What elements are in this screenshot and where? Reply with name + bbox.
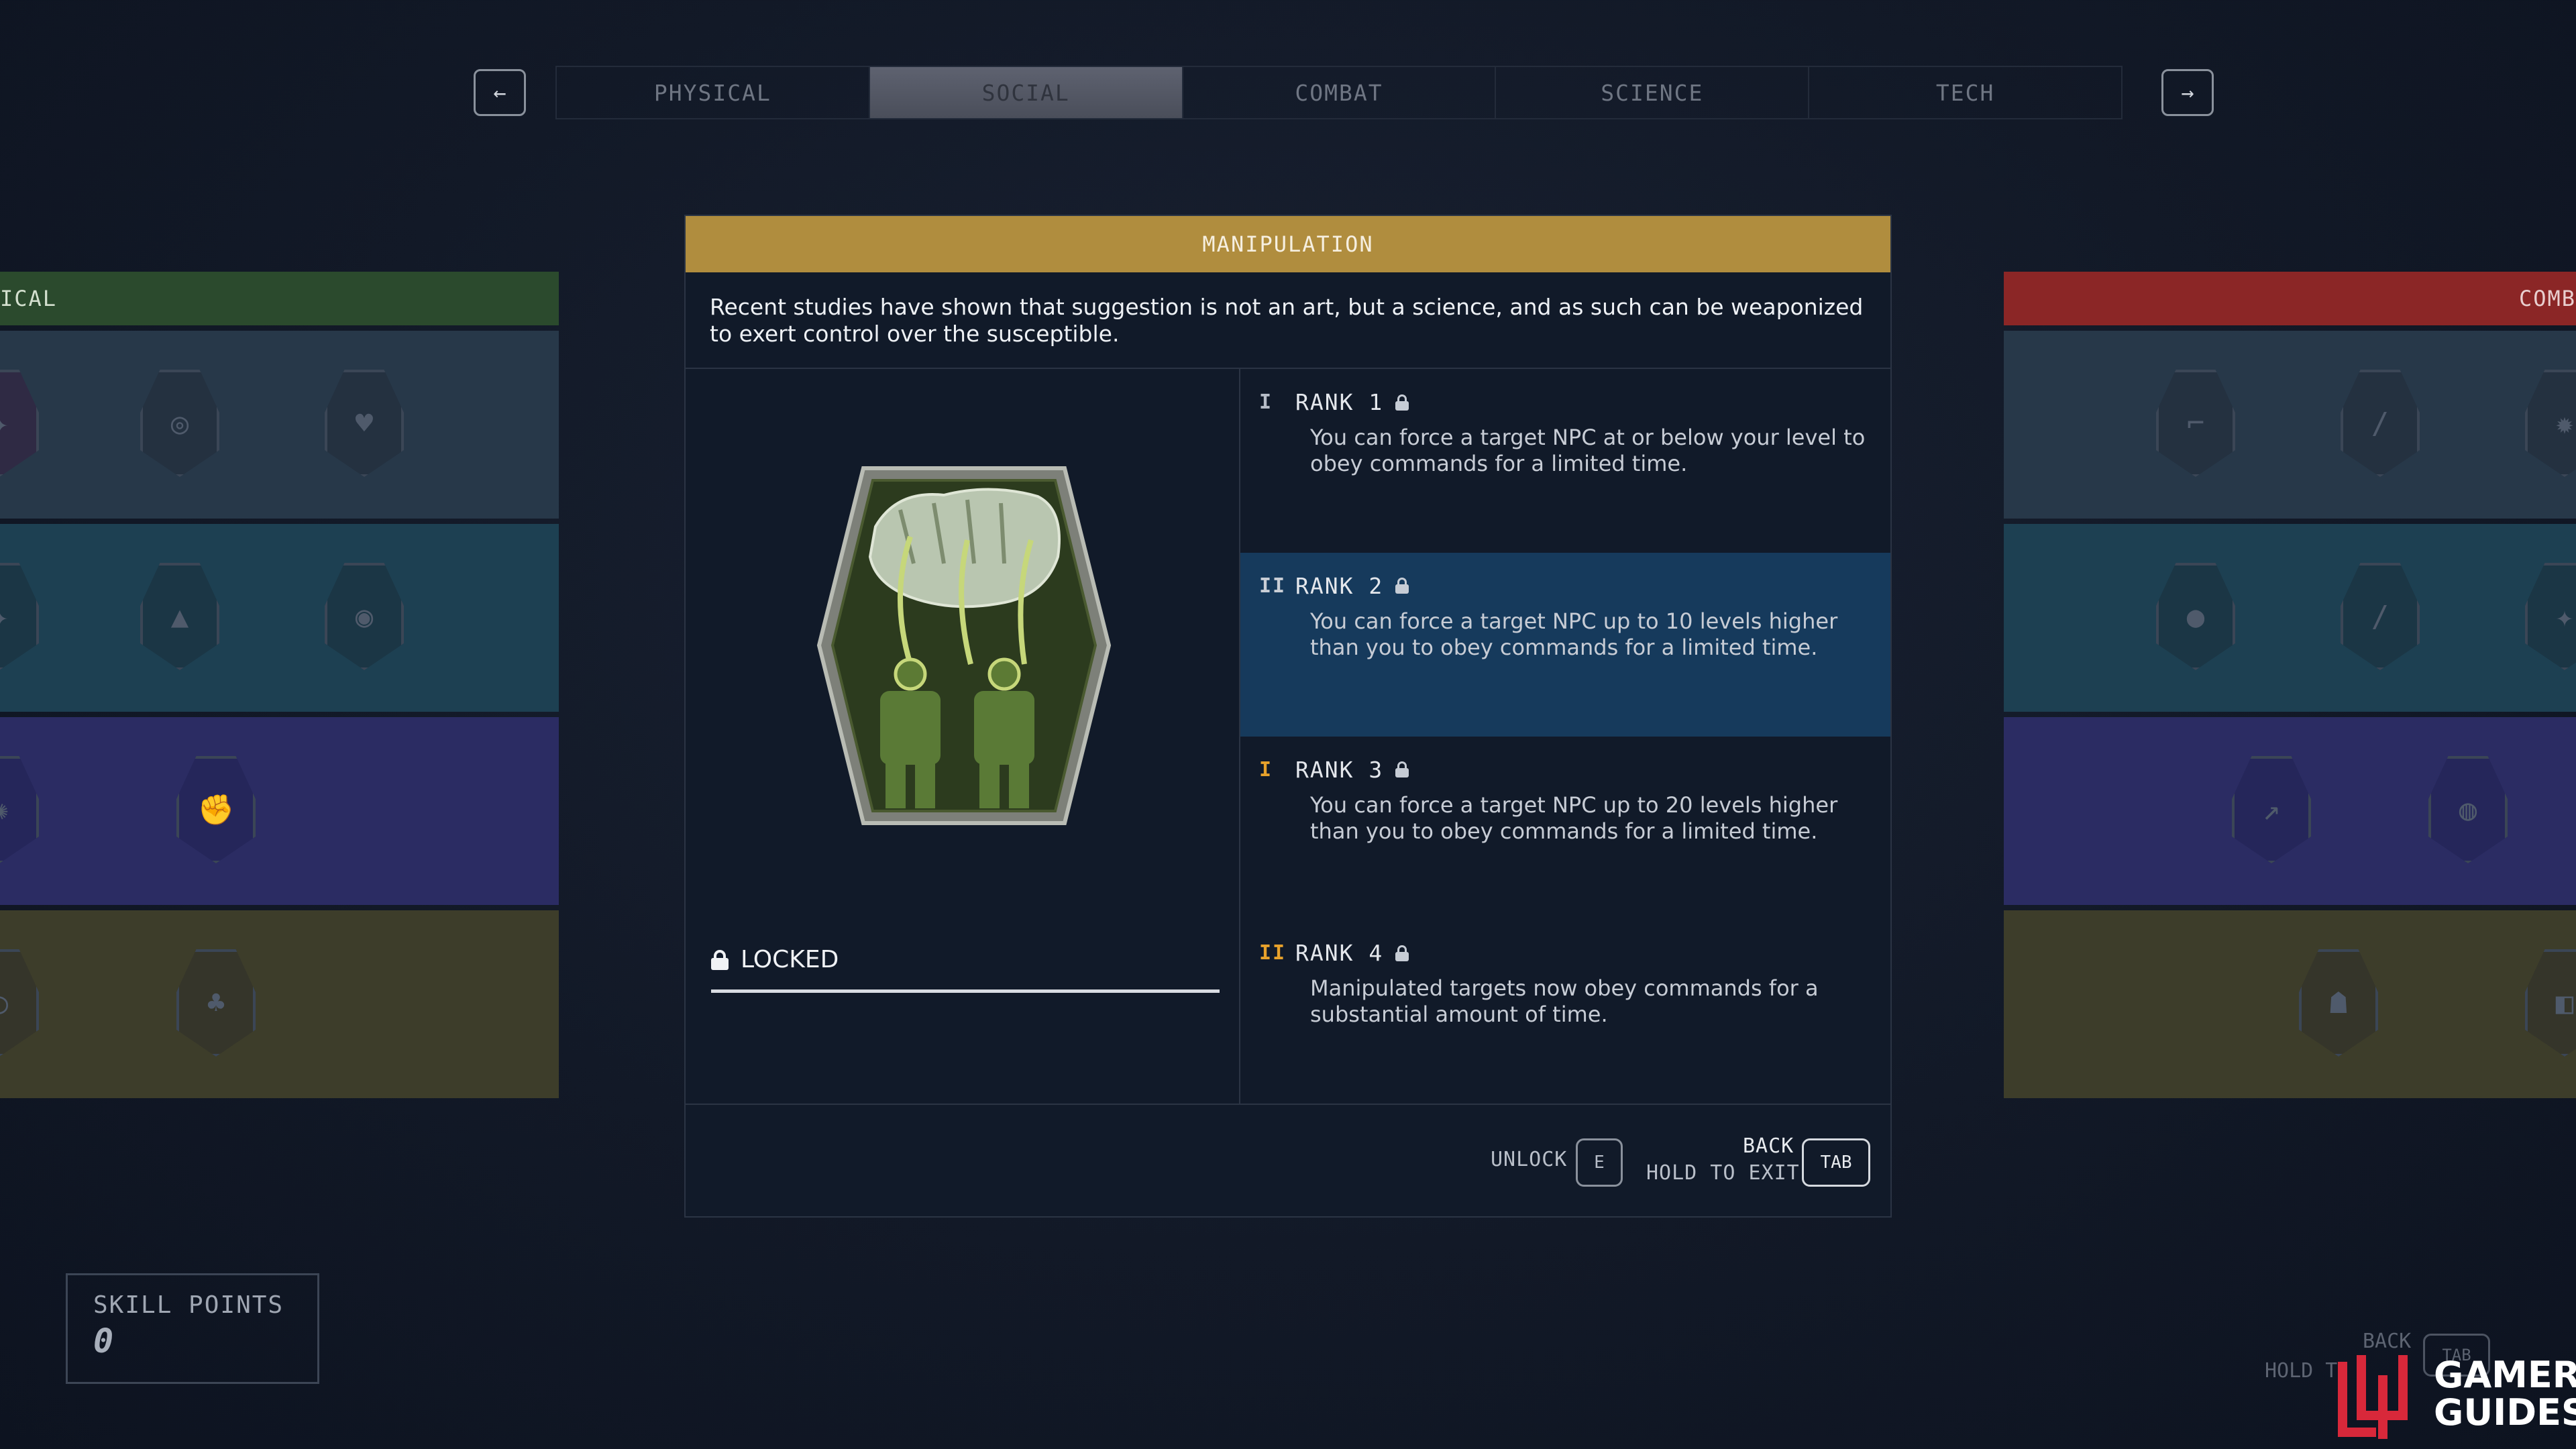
watermark-line-2: GUIDES (2434, 1391, 2576, 1434)
rank-tier-icon: II (1259, 574, 1287, 598)
rank-label: RANK 1 (1295, 389, 1384, 415)
lock-icon (1395, 761, 1409, 777)
tab-tech[interactable]: TECH (1809, 67, 2121, 118)
prev-category-button[interactable]: ← (474, 69, 526, 116)
skill-perk-icon[interactable]: / (2341, 563, 2420, 670)
background-hold-hint: HOLD T (2265, 1359, 2338, 1383)
skill-points-counter: SKILL POINTS 0 (66, 1273, 319, 1384)
lock-icon (1395, 945, 1409, 961)
dialog-footer: UNLOCK E BACK HOLD TO EXIT TAB (686, 1105, 1890, 1219)
skill-detail-body: LOCKED I RANK 1 You can force a target N… (686, 369, 1890, 1105)
rank-4-item[interactable]: II RANK 4 Manipulated targets now obey c… (1240, 920, 1890, 1104)
manipulation-badge-icon (816, 466, 1112, 825)
skill-status-label: LOCKED (741, 946, 839, 973)
back-hint: BACK (1743, 1134, 1794, 1158)
tab-social[interactable]: SOCIAL (869, 67, 1183, 118)
next-category-button[interactable]: → (2161, 69, 2214, 116)
rank-1-item[interactable]: I RANK 1 You can force a target NPC at o… (1240, 369, 1890, 553)
rank-description: You can force a target NPC up to 10 leve… (1310, 608, 1838, 660)
skill-progress-bar (711, 989, 1220, 993)
lock-icon (1395, 394, 1409, 411)
skill-tier-row: ✦ ◎ ♥ (0, 331, 559, 519)
skill-perk-icon[interactable]: ● (2156, 563, 2235, 670)
rank-tier-icon: II (1259, 941, 1287, 965)
rank-tier-icon: I (1259, 390, 1273, 414)
skill-perk-icon[interactable]: ◉ (325, 563, 404, 670)
skill-perk-icon[interactable]: ✦ (0, 563, 39, 670)
gamer-guides-logo-icon (2338, 1355, 2408, 1439)
rank-label: RANK 3 (1295, 756, 1384, 783)
unlock-key-button[interactable]: E (1576, 1138, 1623, 1187)
tab-science[interactable]: SCIENCE (1496, 67, 1810, 118)
skill-perk-icon[interactable]: ◧ (2525, 949, 2576, 1057)
skill-tier-row: ☗ ◧ (2004, 910, 2576, 1098)
skill-perk-icon[interactable]: ♣ (176, 949, 256, 1057)
skill-category-tabs: PHYSICAL SOCIAL COMBAT SCIENCE TECH (555, 66, 2123, 119)
rank-label: RANK 2 (1295, 572, 1384, 599)
combat-skill-panel: COMB ⌐ / ✹ ● / ✦ ↗ ◍ ☗ ◧ (2004, 272, 2576, 1104)
skill-perk-icon[interactable]: ✺ (0, 756, 39, 863)
skill-status: LOCKED (711, 946, 839, 973)
skill-tier-row: ↗ ◍ (2004, 717, 2576, 905)
skill-points-label: SKILL POINTS (93, 1291, 284, 1319)
skill-tier-row: ✦ ▲ ◉ (0, 524, 559, 712)
skill-badge-column: LOCKED (686, 369, 1240, 1104)
rank-tier-icon: I (1259, 757, 1273, 782)
skill-perk-icon[interactable]: / (2341, 370, 2420, 477)
tab-combat[interactable]: COMBAT (1183, 67, 1497, 118)
skill-perk-icon[interactable]: ✦ (0, 370, 39, 477)
skill-perk-icon[interactable]: ◐ (0, 949, 39, 1057)
rank-description: Manipulated targets now obey commands fo… (1310, 975, 1819, 1028)
hold-to-exit-hint: HOLD TO EXIT (1646, 1161, 1800, 1185)
lock-icon (1395, 578, 1409, 594)
back-key-button[interactable]: TAB (1802, 1138, 1870, 1187)
skill-perk-icon[interactable]: ◍ (2428, 756, 2508, 863)
skill-perk-icon[interactable]: ♥ (325, 370, 404, 477)
skill-tier-row: ◐ ♣ (0, 910, 559, 1098)
skill-perk-icon[interactable]: ↗ (2232, 756, 2311, 863)
skill-perk-icon[interactable]: ◎ (140, 370, 219, 477)
combat-panel-header: COMB (2004, 272, 2576, 325)
physical-skill-panel: ICAL ✦ ◎ ♥ ✦ ▲ ◉ ✺ ✊ ◐ ♣ (0, 272, 559, 1104)
rank-label: RANK 4 (1295, 940, 1384, 967)
tab-physical[interactable]: PHYSICAL (557, 67, 870, 118)
skill-perk-icon[interactable]: ✦ (2525, 563, 2576, 670)
skill-perk-icon[interactable]: ☗ (2299, 949, 2378, 1057)
skill-rank-list: I RANK 1 You can force a target NPC at o… (1240, 369, 1890, 1104)
skill-perk-icon[interactable]: ▲ (140, 563, 219, 670)
skill-description: Recent studies have shown that suggestio… (686, 272, 1890, 369)
skill-perk-icon[interactable]: ✹ (2525, 370, 2576, 477)
watermark-line-1: GAMER (2434, 1354, 2576, 1396)
skill-tier-row: ✺ ✊ (0, 717, 559, 905)
skill-perk-icon[interactable]: ✊ (176, 756, 256, 863)
skill-perk-icon[interactable]: ⌐ (2156, 370, 2235, 477)
rank-description: You can force a target NPC up to 20 leve… (1310, 792, 1838, 844)
unlock-hint: UNLOCK (1491, 1148, 1568, 1171)
rank-3-item[interactable]: I RANK 3 You can force a target NPC up t… (1240, 737, 1890, 920)
gamer-guides-watermark: GAMER GUIDES (2434, 1356, 2576, 1432)
rank-description: You can force a target NPC at or below y… (1310, 425, 1866, 476)
skill-detail-dialog: MANIPULATION Recent studies have shown t… (684, 215, 1892, 1218)
skill-tier-row: ● / ✦ (2004, 524, 2576, 712)
rank-2-item[interactable]: II RANK 2 You can force a target NPC up … (1240, 552, 1890, 737)
skill-tier-row: ⌐ / ✹ (2004, 331, 2576, 519)
skill-points-value: 0 (93, 1322, 114, 1360)
skill-title: MANIPULATION (686, 216, 1890, 272)
physical-panel-header: ICAL (0, 272, 559, 325)
lock-icon (711, 949, 729, 970)
